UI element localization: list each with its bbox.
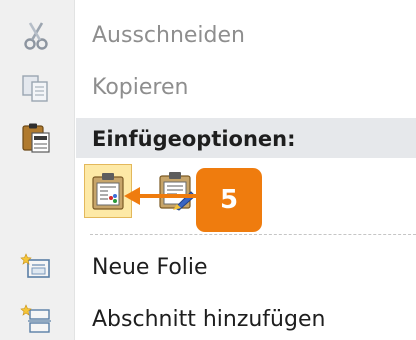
menu-separator [90,234,416,235]
paste-options-label: Einfügeoptionen: [92,127,296,151]
menu-item-add-section[interactable]: Abschnitt hinzufügen [0,298,416,340]
clipboard-icon [20,122,52,154]
menu-item-cut[interactable]: Ausschneiden [0,14,416,58]
menu-item-new-slide[interactable]: Neue Folie [0,246,416,290]
add-section-icon [20,304,52,336]
callout-badge: 5 [196,168,262,232]
copy-icon [20,72,52,104]
new-slide-icon [20,252,52,284]
menu-item-label: Ausschneiden [92,23,245,48]
context-menu: Ausschneiden Kopieren Einfügeoptionen: 5… [0,0,416,340]
callout-arrow [124,187,196,205]
menu-item-label: Abschnitt hinzufügen [92,307,326,332]
menu-item-label: Neue Folie [92,255,208,280]
menu-item-copy[interactable]: Kopieren [0,66,416,110]
scissors-icon [20,20,52,52]
menu-item-label: Kopieren [92,75,189,100]
